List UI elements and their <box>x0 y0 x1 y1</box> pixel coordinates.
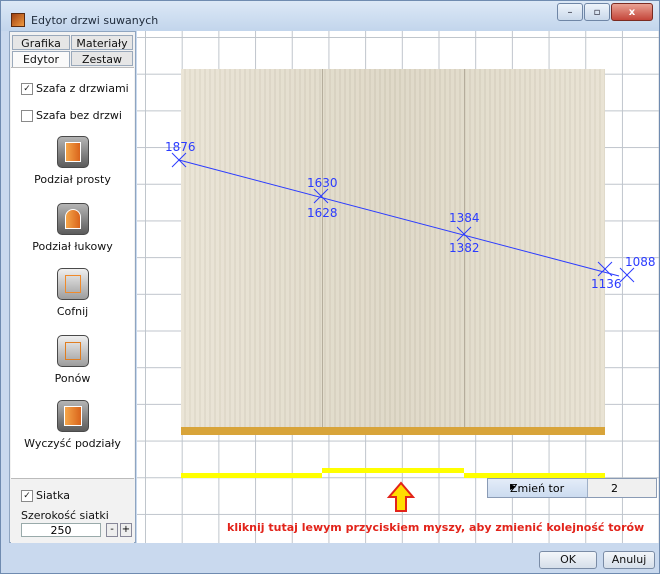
measure-label: 1384 <box>449 211 480 225</box>
measure-label: 1136 <box>591 277 622 291</box>
checkbox-checked-icon[interactable]: ✓ <box>21 489 33 502</box>
app-icon <box>11 13 25 27</box>
dialog-footer: OK Anuluj <box>1 543 659 573</box>
checkbox-without-doors[interactable]: Szafa bez drzwi <box>21 109 122 122</box>
editor-panel: ✓ Szafa z drzwiami Szafa bez drzwi Podzi… <box>11 67 134 508</box>
undo-label: Cofnij <box>56 305 89 318</box>
checkbox-with-doors-label: Szafa z drzwiami <box>36 82 129 95</box>
door-canvas[interactable]: 1876 1630 1628 1384 1382 1136 1088 <box>137 31 659 543</box>
arc-split-icon <box>56 203 89 235</box>
straight-split-icon <box>56 136 89 168</box>
minimize-button[interactable]: – <box>557 3 583 21</box>
arrow-up-icon <box>386 481 416 512</box>
cancel-button[interactable]: Anuluj <box>603 551 655 569</box>
checkbox-unchecked-icon[interactable] <box>21 109 33 122</box>
window-title: Edytor drzwi suwanych <box>31 14 159 27</box>
measure-label: 1630 <box>307 176 338 190</box>
editor-window: Edytor drzwi suwanych – ▫ x Grafika Mate… <box>0 0 660 574</box>
measure-line <box>178 159 620 277</box>
tab-grafika[interactable]: Grafika <box>12 35 70 50</box>
menu-item-change-track[interactable]: Zmień tor ▶ <box>488 479 588 497</box>
straight-split-label: Podział prosty <box>34 173 111 186</box>
ok-button[interactable]: OK <box>539 551 597 569</box>
checkbox-grid[interactable]: ✓ Siatka <box>21 489 70 502</box>
tab-materialy[interactable]: Materiały <box>71 35 133 50</box>
clear-splits-button[interactable]: Wyczyść podziały <box>11 400 134 450</box>
checkbox-with-doors[interactable]: ✓ Szafa z drzwiami <box>21 82 129 95</box>
left-panel: Grafika Materiały Edytor Zestaw ✓ Szafa … <box>9 31 136 543</box>
maximize-button[interactable]: ▫ <box>584 3 610 21</box>
redo-button[interactable]: Ponów <box>11 335 134 385</box>
menu-item-value[interactable]: 2 <box>611 482 618 495</box>
straight-split-button[interactable]: Podział prosty <box>11 136 134 186</box>
checkbox-checked-icon[interactable]: ✓ <box>21 82 33 95</box>
menu-item-label: Zmień tor <box>510 482 565 495</box>
title-bar[interactable]: Edytor drzwi suwanych – ▫ x <box>1 1 659 31</box>
undo-button[interactable]: Cofnij <box>11 268 134 318</box>
tab-zestaw[interactable]: Zestaw <box>71 51 133 66</box>
arc-split-button[interactable]: Podział łukowy <box>11 203 134 253</box>
redo-label: Ponów <box>54 372 91 385</box>
undo-icon <box>56 268 89 300</box>
checkbox-grid-label: Siatka <box>36 489 71 502</box>
grid-settings: ✓ Siatka Szerokość siatki 250 - + <box>11 478 134 543</box>
arc-split-label: Podział łukowy <box>32 240 113 253</box>
checkbox-without-doors-label: Szafa bez drzwi <box>36 109 122 122</box>
grid-size-label: Szerokość siatki <box>21 509 109 522</box>
measure-label: 1088 <box>625 255 656 269</box>
grid-size-input[interactable]: 250 <box>21 523 101 537</box>
measure-label: 1628 <box>307 206 338 220</box>
context-menu[interactable]: Zmień tor ▶ 2 <box>487 478 657 498</box>
cross-markers <box>171 152 635 283</box>
grid-increase-button[interactable]: + <box>120 523 132 537</box>
track-order-hint: kliknij tutaj lewym przyciskiem myszy, a… <box>227 521 645 534</box>
redo-icon <box>56 335 89 367</box>
grid-decrease-button[interactable]: - <box>106 523 118 537</box>
measure-label: 1876 <box>165 140 196 154</box>
measure-label: 1382 <box>449 241 480 255</box>
close-button[interactable]: x <box>611 3 653 21</box>
clear-splits-label: Wyczyść podziały <box>24 437 121 450</box>
tab-edytor[interactable]: Edytor <box>12 51 70 68</box>
clear-splits-icon <box>56 400 89 432</box>
measurement-overlay: 1876 1630 1628 1384 1382 1136 1088 <box>165 140 656 512</box>
submenu-arrow-icon: ▶ <box>510 482 517 491</box>
